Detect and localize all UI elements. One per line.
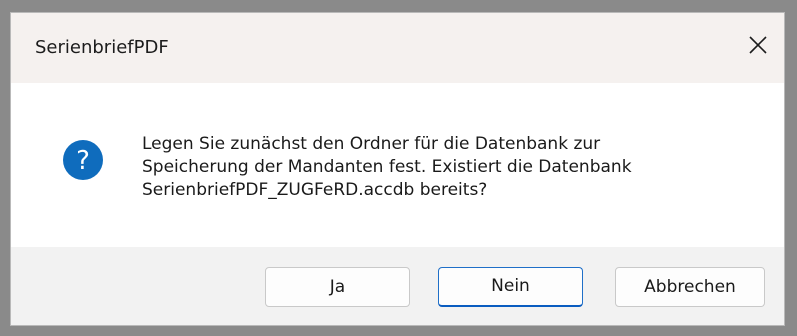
cancel-button[interactable]: Abbrechen	[615, 267, 765, 307]
message-dialog: SerienbriefPDF ? Legen Sie zunächst den …	[10, 12, 785, 326]
no-button[interactable]: Nein	[438, 267, 583, 307]
title-bar: SerienbriefPDF	[11, 13, 784, 83]
dialog-content: ? Legen Sie zunächst den Ordner für die …	[11, 83, 784, 247]
message-line: SerienbriefPDF_ZUGFeRD.accdb bereits?	[142, 180, 488, 200]
button-bar: Ja Nein Abbrechen	[11, 247, 784, 325]
dialog-title: SerienbriefPDF	[35, 37, 169, 58]
message-line: Speicherung der Mandanten fest. Existier…	[142, 157, 632, 177]
yes-button[interactable]: Ja	[265, 267, 410, 307]
close-button[interactable]	[736, 23, 780, 67]
question-icon: ?	[63, 140, 103, 180]
dialog-message: Legen Sie zunächst den Ordner für die Da…	[142, 133, 762, 202]
svg-text:?: ?	[76, 146, 90, 176]
message-line: Legen Sie zunächst den Ordner für die Da…	[142, 134, 601, 154]
background-window: SerienbriefPDF ? Legen Sie zunächst den …	[0, 0, 797, 336]
close-icon	[749, 36, 767, 54]
